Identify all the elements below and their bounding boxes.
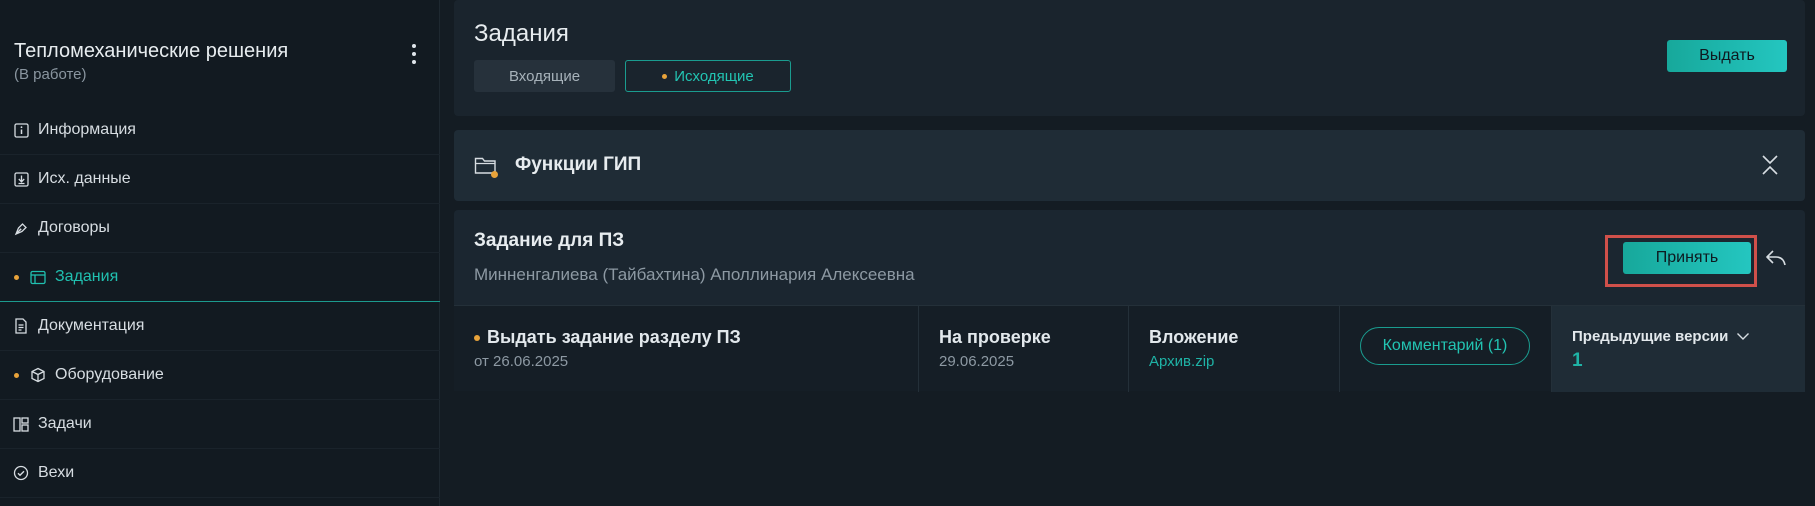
project-header: Тепломеханические решения (В работе)	[14, 40, 424, 83]
task-name-text: Выдать задание разделу ПЗ	[487, 327, 741, 347]
status-cell: На проверке 29.06.2025	[919, 306, 1129, 392]
sidebar-item-todo[interactable]: Задачи	[0, 400, 440, 449]
task-name-cell: Выдать задание разделу ПЗ от 26.06.2025	[454, 306, 919, 392]
chevron-down-icon	[1737, 333, 1750, 340]
sidebar-item-source-data[interactable]: Исх. данные	[0, 155, 440, 204]
sidebar-item-label: Оборудование	[55, 366, 164, 383]
sidebar-item-label: Договоры	[38, 219, 110, 236]
sidebar-item-label: Задачи	[38, 415, 92, 432]
group-title: Функции ГИП	[515, 154, 642, 175]
reply-icon[interactable]	[1764, 248, 1788, 268]
kanban-icon	[13, 416, 29, 432]
sidebar: Тепломеханические решения (В работе) Инф…	[0, 0, 440, 506]
tab-incoming[interactable]: Входящие	[474, 60, 615, 92]
project-status: (В работе)	[14, 66, 87, 83]
comment-cell: Комментарий (1)	[1340, 306, 1552, 392]
sidebar-item-label: Информация	[38, 121, 136, 138]
group-header[interactable]: Функции ГИП	[454, 130, 1805, 201]
window-icon	[30, 269, 46, 285]
accept-button-label: Принять	[1655, 249, 1719, 266]
notification-dot	[14, 372, 19, 378]
table-row: Выдать задание разделу ПЗ от 26.06.2025 …	[454, 305, 1805, 392]
document-icon	[13, 318, 29, 334]
pen-icon	[13, 220, 29, 236]
sidebar-nav: Информация Исх. данные Договоры Задания	[0, 106, 440, 498]
task-card: Задание для ПЗ Минненгалиева (Тайбахтина…	[454, 210, 1805, 392]
sidebar-item-label: Вехи	[38, 464, 75, 481]
sidebar-item-label: Задания	[55, 268, 119, 285]
attachment-label: Вложение	[1149, 327, 1239, 347]
info-icon	[13, 122, 29, 138]
notification-dot	[14, 274, 19, 280]
tab-label: Входящие	[508, 67, 581, 85]
sidebar-item-label: Документация	[38, 317, 145, 334]
sidebar-item-equipment[interactable]: Оборудование	[0, 351, 440, 400]
issue-button[interactable]: Выдать	[1667, 40, 1787, 72]
notification-dot	[474, 334, 480, 341]
sidebar-item-tasks-assignments[interactable]: Задания	[0, 253, 440, 302]
sidebar-item-label: Исх. данные	[38, 170, 131, 187]
accept-button[interactable]: Принять	[1623, 242, 1751, 274]
sidebar-item-milestones[interactable]: Вехи	[0, 449, 440, 498]
task-title: Задание для ПЗ	[474, 230, 625, 251]
sidebar-item-info[interactable]: Информация	[0, 106, 440, 155]
comment-button-label: Комментарий (1)	[1382, 337, 1508, 354]
prev-versions-count[interactable]: 1	[1572, 350, 1583, 372]
task-author: Минненгалиева (Тайбахтина) Аполлинария А…	[474, 265, 915, 284]
page-title: Задания	[474, 20, 569, 47]
more-vertical-icon[interactable]	[404, 42, 424, 66]
status-date: 29.06.2025	[939, 353, 1015, 370]
prev-versions-toggle[interactable]: Предыдущие версии	[1572, 328, 1750, 345]
prev-versions-label: Предыдущие версии	[1572, 328, 1729, 345]
issue-button-label: Выдать	[1699, 47, 1755, 64]
comment-button[interactable]: Комментарий (1)	[1360, 327, 1530, 365]
sidebar-item-contracts[interactable]: Договоры	[0, 204, 440, 253]
download-icon	[13, 171, 29, 187]
status-label: На проверке	[939, 327, 1051, 347]
tab-outgoing[interactable]: Исходящие	[625, 60, 791, 92]
page-header: Задания Входящие Исходящие Выдать	[454, 0, 1805, 116]
attachment-link[interactable]: Архив.zip	[1149, 353, 1214, 370]
task-name[interactable]: Выдать задание разделу ПЗ	[474, 327, 741, 348]
check-circle-icon	[13, 465, 29, 481]
tab-label: Исходящие	[674, 67, 754, 85]
task-date: от 26.06.2025	[474, 353, 569, 370]
folder-icon	[474, 155, 500, 178]
notification-dot	[662, 73, 668, 79]
project-title: Тепломеханические решения	[14, 40, 289, 62]
sidebar-item-documentation[interactable]: Документация	[0, 302, 440, 351]
attachment-cell: Вложение Архив.zip	[1129, 306, 1340, 392]
box-icon	[30, 367, 46, 383]
collapse-icon[interactable]	[1761, 154, 1779, 176]
prev-versions-cell: Предыдущие версии 1	[1552, 306, 1805, 392]
